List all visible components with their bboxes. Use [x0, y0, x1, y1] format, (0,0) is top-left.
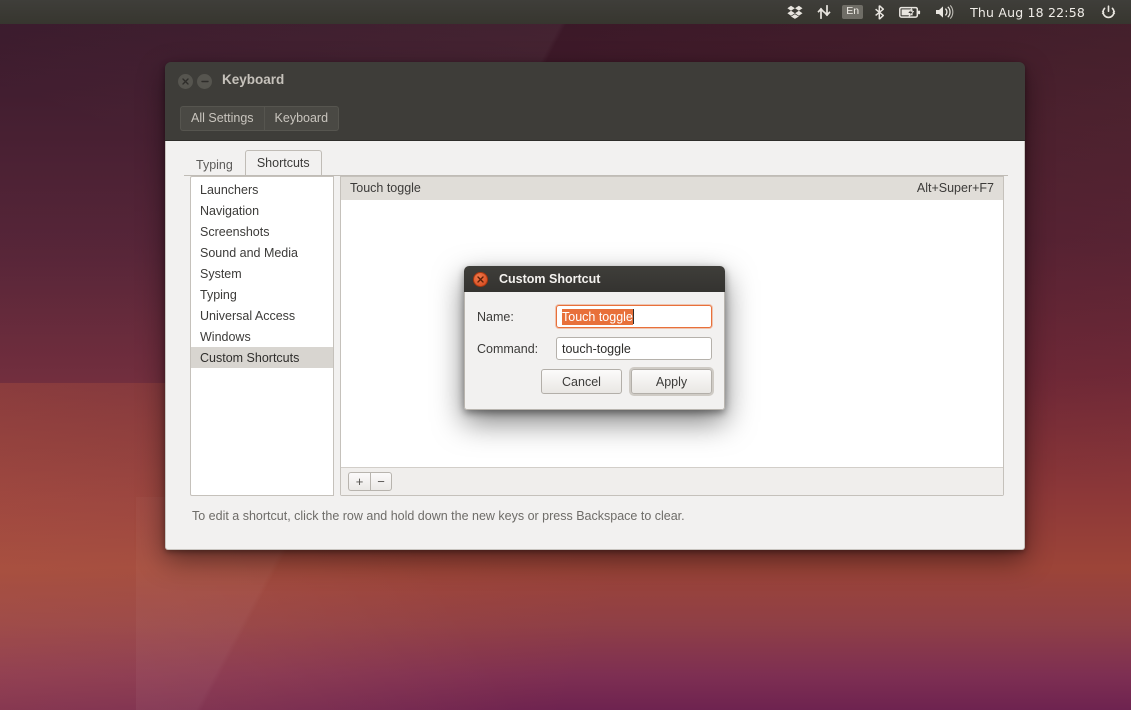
add-remove-segmented-control: + − — [348, 472, 392, 491]
name-field-value: Touch toggle — [562, 308, 633, 325]
minimize-icon[interactable] — [197, 74, 212, 89]
bluetooth-icon[interactable] — [867, 0, 892, 24]
shortcut-name: Touch toggle — [350, 181, 421, 195]
hint-text: To edit a shortcut, click the row and ho… — [192, 509, 685, 523]
command-row: Command: touch-toggle — [477, 337, 712, 360]
category-item-custom-shortcuts[interactable]: Custom Shortcuts — [191, 347, 333, 368]
command-label: Command: — [477, 341, 539, 356]
custom-shortcut-dialog: Custom Shortcut Name: Touch toggle Comma… — [464, 266, 725, 410]
keyboard-layout-indicator[interactable]: En — [838, 0, 867, 24]
table-row[interactable]: Touch toggle Alt+Super+F7 — [341, 177, 1003, 200]
clock[interactable]: Thu Aug 18 22:58 — [961, 5, 1094, 20]
dialog-buttons: Cancel Apply — [477, 369, 712, 394]
breadcrumb-keyboard[interactable]: Keyboard — [263, 106, 340, 131]
command-field[interactable]: touch-toggle — [556, 337, 712, 360]
tab-typing[interactable]: Typing — [184, 153, 245, 177]
close-icon[interactable] — [473, 271, 488, 287]
window-controls — [178, 74, 212, 89]
category-item-system[interactable]: System — [191, 263, 333, 284]
keyboard-layout-label: En — [842, 4, 864, 20]
shortcut-toolbar: + − — [341, 467, 1003, 495]
dialog-body: Name: Touch toggle Command: touch-toggle… — [464, 292, 725, 410]
name-field[interactable]: Touch toggle — [556, 305, 712, 328]
name-row: Name: Touch toggle — [477, 305, 712, 328]
category-list[interactable]: Launchers Navigation Screenshots Sound a… — [190, 176, 334, 496]
close-icon[interactable] — [178, 74, 193, 89]
battery-icon[interactable] — [892, 0, 928, 24]
tab-shortcuts[interactable]: Shortcuts — [244, 150, 322, 176]
dropbox-icon[interactable] — [780, 0, 810, 24]
category-item-screenshots[interactable]: Screenshots — [191, 221, 333, 242]
dialog-title: Custom Shortcut — [499, 272, 601, 286]
command-field-value: touch-toggle — [562, 341, 631, 356]
dialog-titlebar[interactable]: Custom Shortcut — [464, 266, 725, 292]
category-item-navigation[interactable]: Navigation — [191, 200, 333, 221]
category-item-sound-and-media[interactable]: Sound and Media — [191, 242, 333, 263]
tab-bar: Typing Shortcuts — [184, 150, 322, 177]
text-caret — [632, 309, 634, 324]
power-gear-icon[interactable] — [1094, 0, 1123, 24]
breadcrumb: All Settings Keyboard — [180, 106, 340, 131]
name-label: Name: — [477, 309, 514, 324]
breadcrumb-all-settings[interactable]: All Settings — [180, 106, 264, 131]
category-item-windows[interactable]: Windows — [191, 326, 333, 347]
remove-shortcut-button[interactable]: − — [370, 472, 392, 491]
volume-icon[interactable] — [928, 0, 961, 24]
window-titlebar[interactable]: Keyboard All Settings Keyboard — [165, 62, 1025, 141]
cancel-button[interactable]: Cancel — [541, 369, 622, 394]
add-shortcut-button[interactable]: + — [348, 472, 370, 491]
category-item-universal-access[interactable]: Universal Access — [191, 305, 333, 326]
network-icon[interactable] — [810, 0, 838, 24]
category-item-launchers[interactable]: Launchers — [191, 179, 333, 200]
category-item-typing[interactable]: Typing — [191, 284, 333, 305]
window-title: Keyboard — [222, 72, 285, 87]
apply-button[interactable]: Apply — [631, 369, 712, 394]
top-panel: En Thu Aug 18 22:58 — [0, 0, 1131, 24]
shortcut-binding[interactable]: Alt+Super+F7 — [917, 181, 994, 195]
